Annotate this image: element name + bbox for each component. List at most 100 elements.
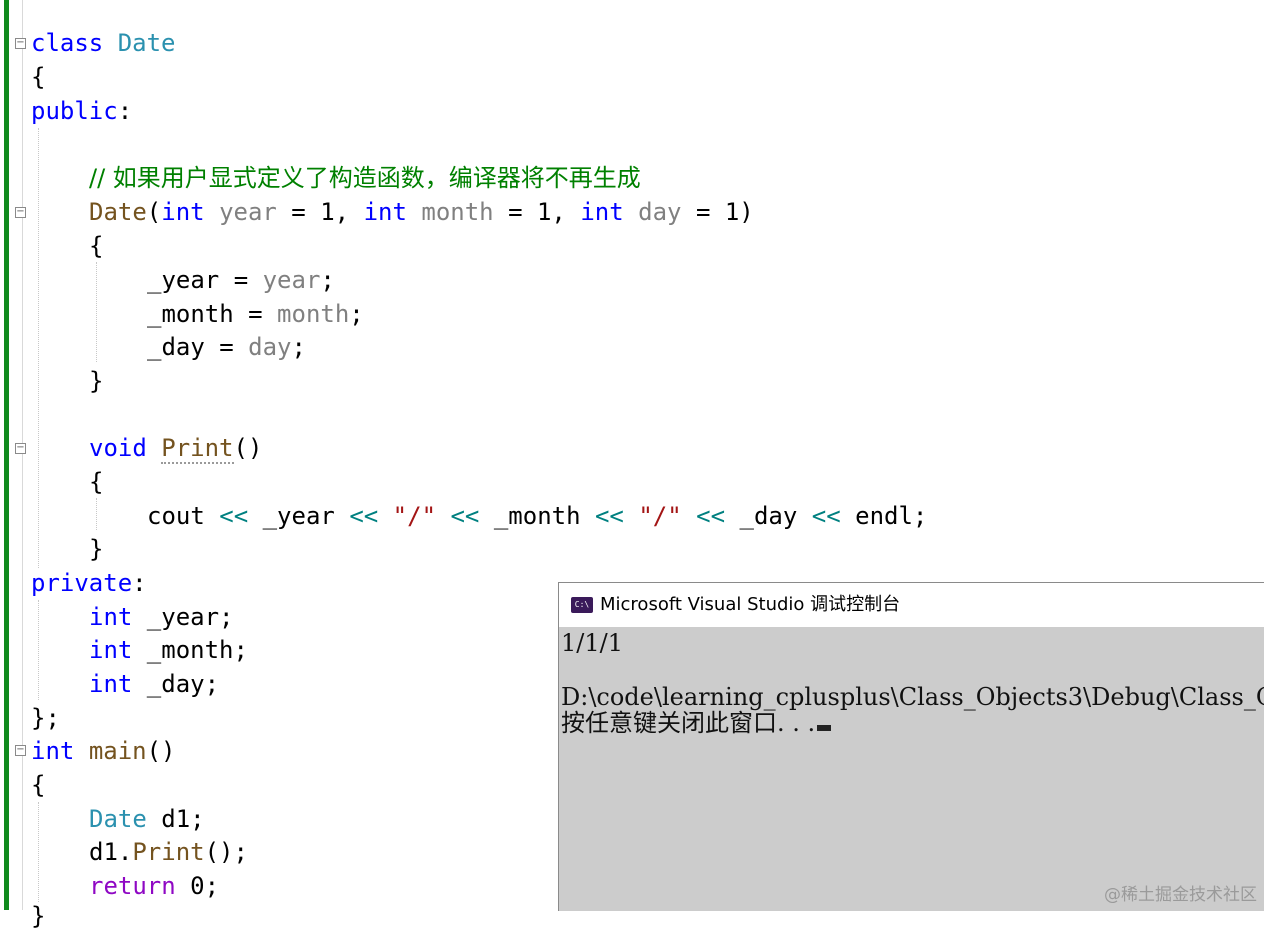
code-line[interactable]: };: [31, 701, 60, 735]
operator: <<: [696, 502, 726, 530]
code-line[interactable]: int main(): [31, 734, 176, 768]
outlining-margin: [22, 0, 23, 910]
code-text: (: [146, 198, 162, 226]
parameter: month: [277, 300, 350, 328]
code-text: {: [89, 468, 104, 496]
change-tracking-bar: [4, 0, 9, 910]
parameter: month: [421, 198, 494, 226]
keyword: public: [31, 97, 118, 125]
code-line[interactable]: _day = day;: [147, 330, 306, 364]
watermark: @稀土掘金技术社区: [1104, 885, 1257, 905]
indent-guide: [96, 498, 97, 530]
code-line[interactable]: _year = year;: [147, 263, 335, 297]
code-line[interactable]: int _month;: [89, 633, 248, 667]
code-text: (): [146, 737, 176, 765]
keyword: int: [89, 636, 133, 664]
code-line[interactable]: {: [89, 229, 103, 263]
indent-guide: [96, 262, 97, 362]
keyword: void: [89, 434, 147, 462]
console-title: Microsoft Visual Studio 调试控制台: [600, 594, 901, 615]
operator: <<: [450, 502, 480, 530]
code-text: }: [89, 535, 104, 563]
code-text: {: [31, 63, 46, 91]
console-output[interactable]: 1/1/1 D:\code\learning_cplusplus\Class_O…: [559, 627, 1264, 911]
comment: // 如果用户显式定义了构造函数，编译器将不再生成: [89, 164, 641, 192]
code-text: d1.: [89, 838, 133, 866]
code-text: ;: [320, 266, 335, 294]
code-line[interactable]: class Date: [31, 26, 176, 60]
keyword: return: [89, 872, 176, 900]
keyword: int: [89, 670, 133, 698]
code-line[interactable]: {: [89, 465, 103, 499]
code-text: {: [89, 232, 104, 260]
collapse-print-icon[interactable]: −: [15, 443, 26, 454]
code-text: (): [233, 434, 263, 462]
code-text: = 1,: [276, 198, 364, 226]
keyword: int: [161, 198, 205, 226]
code-line[interactable]: private:: [31, 566, 147, 600]
debug-console-window[interactable]: C:\ Microsoft Visual Studio 调试控制台 1/1/1 …: [558, 582, 1264, 911]
code-line[interactable]: cout << _year << "/" << _month << "/" <<…: [147, 499, 927, 533]
collapse-constructor-icon[interactable]: −: [15, 207, 26, 218]
parameter: day: [248, 333, 292, 361]
code-text: }: [31, 902, 46, 930]
code-line[interactable]: _month = month;: [147, 297, 364, 331]
code-text: _month;: [132, 636, 248, 664]
code-text: ();: [204, 838, 248, 866]
code-line[interactable]: // 如果用户显式定义了构造函数，编译器将不再生成: [89, 161, 641, 195]
code-text: _year =: [147, 266, 263, 294]
console-output-line: 按任意键关闭此窗口. . .: [561, 709, 832, 737]
operator: <<: [594, 502, 624, 530]
code-line[interactable]: }: [89, 532, 103, 566]
indent-guide: [38, 128, 39, 568]
code-line[interactable]: int _year;: [89, 600, 234, 634]
parameter: day: [638, 198, 682, 226]
code-text: :: [132, 569, 147, 597]
code-text: d1;: [146, 805, 205, 833]
keyword: int: [580, 198, 624, 226]
code-text: }: [89, 367, 104, 395]
code-line[interactable]: {: [31, 60, 45, 94]
keyword: int: [363, 198, 407, 226]
code-text: endl;: [840, 502, 928, 530]
code-line[interactable]: {: [31, 768, 45, 802]
code-line[interactable]: }: [31, 899, 45, 933]
code-text: :: [117, 97, 133, 125]
code-line[interactable]: Date d1;: [89, 802, 205, 836]
indent-guide: [38, 600, 39, 700]
code-text: {: [31, 771, 46, 799]
indent-guide: [38, 802, 39, 902]
console-output-line: 1/1/1: [561, 629, 623, 657]
code-text: _day =: [147, 333, 249, 361]
code-line[interactable]: }: [89, 364, 103, 398]
keyword: class: [31, 29, 104, 57]
code-text: _day;: [132, 670, 220, 698]
code-line[interactable]: void Print(): [89, 431, 262, 465]
console-titlebar[interactable]: C:\ Microsoft Visual Studio 调试控制台: [559, 583, 1264, 627]
code-text: ;: [349, 300, 364, 328]
code-line[interactable]: Date(int year = 1, int month = 1, int da…: [89, 195, 754, 229]
console-output-line: D:\code\learning_cplusplus\Class_Objects…: [561, 683, 1264, 711]
class-name: Date: [117, 29, 176, 57]
code-text: 0;: [175, 872, 220, 900]
function-name: Print: [161, 434, 234, 464]
parameter: year: [262, 266, 321, 294]
code-text: ;: [291, 333, 306, 361]
code-text: };: [31, 704, 60, 732]
operator: <<: [219, 502, 249, 530]
code-line[interactable]: return 0;: [89, 869, 219, 903]
code-text: = 1): [681, 198, 754, 226]
parameter: year: [219, 198, 277, 226]
string-literal: "/": [392, 502, 437, 530]
code-line[interactable]: int _day;: [89, 667, 219, 701]
code-text: _day: [725, 502, 812, 530]
code-line[interactable]: d1.Print();: [89, 835, 248, 869]
collapse-main-icon[interactable]: −: [15, 745, 26, 756]
text-cursor: [817, 725, 832, 731]
code-line[interactable]: public:: [31, 94, 132, 128]
code-text: _year;: [132, 603, 234, 631]
keyword: private: [31, 569, 133, 597]
function-name: Print: [132, 838, 205, 866]
operator: <<: [349, 502, 379, 530]
collapse-class-icon[interactable]: −: [15, 38, 26, 49]
